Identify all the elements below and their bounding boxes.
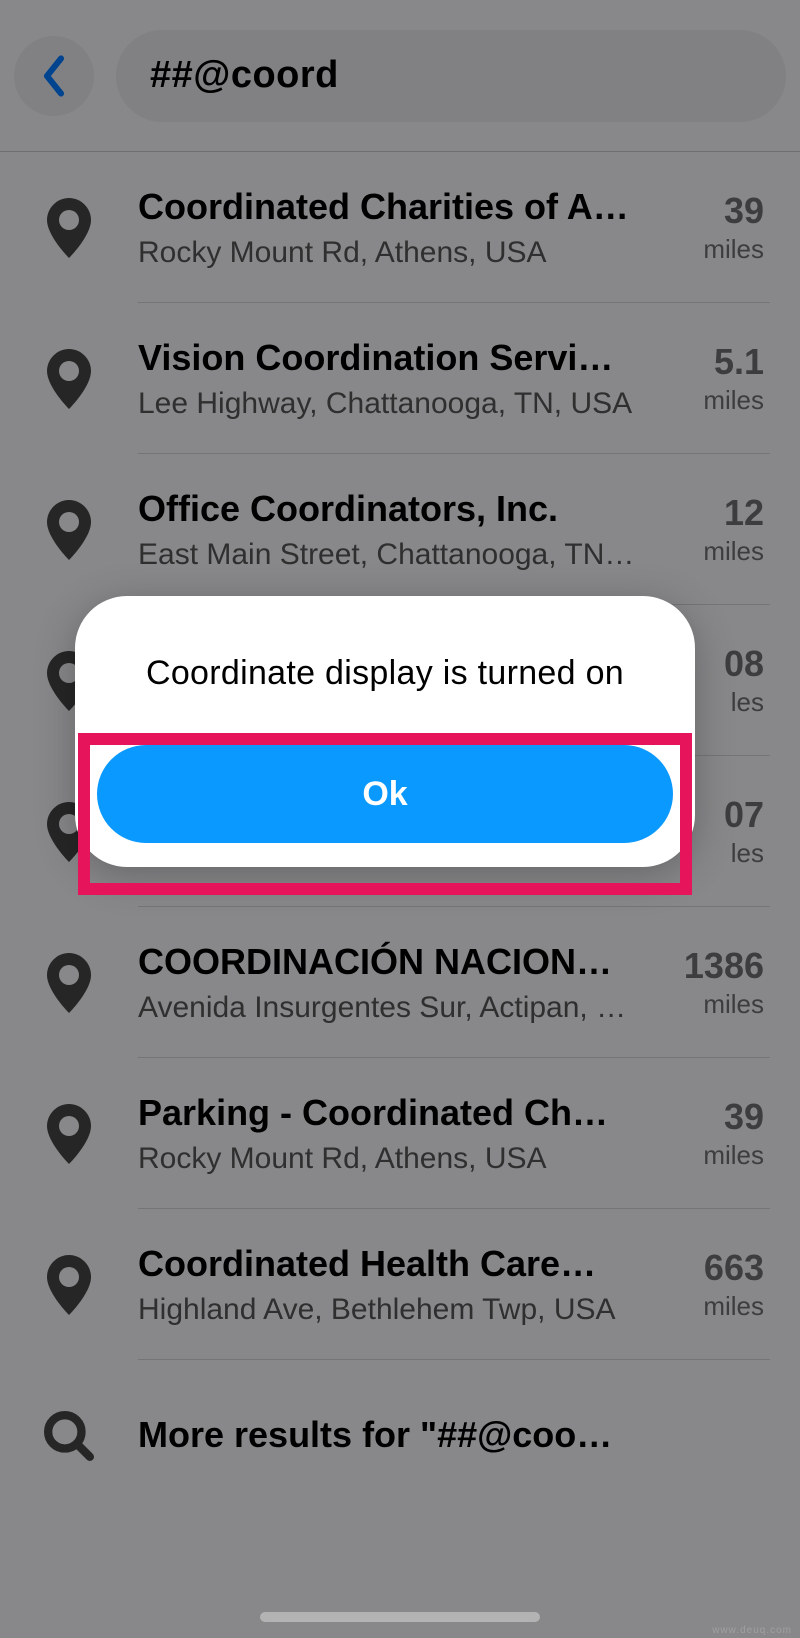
dialog-message: Coordinate display is turned on xyxy=(97,654,673,693)
ok-button[interactable]: Ok xyxy=(97,745,673,843)
watermark: www.deuq.com xyxy=(712,1625,792,1636)
alert-dialog: Coordinate display is turned on Ok xyxy=(75,596,695,867)
ok-button-label: Ok xyxy=(362,775,407,814)
home-indicator[interactable] xyxy=(260,1612,540,1622)
app-screen: Coordinated Charities of A… Rocky Mount … xyxy=(0,0,800,1638)
